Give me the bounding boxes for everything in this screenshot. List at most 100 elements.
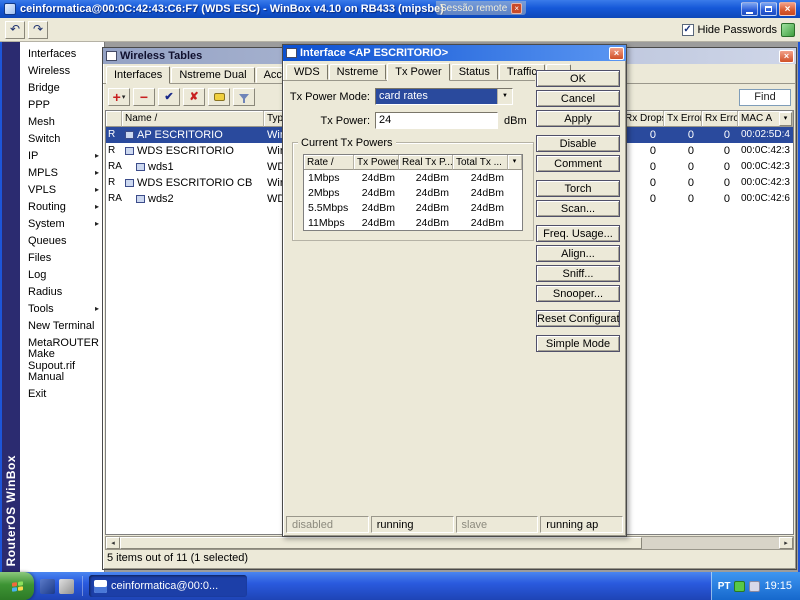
sidebar-item-files[interactable]: Files (20, 249, 104, 266)
sidebar-item-ppp[interactable]: PPP (20, 96, 104, 113)
horizontal-scrollbar[interactable]: ◂ ▸ (105, 536, 794, 550)
tx-col-tx-power[interactable]: Tx Power (354, 155, 399, 170)
row-flags: R (108, 177, 116, 188)
sidebar-item-radius[interactable]: Radius (20, 283, 104, 300)
tx-table-row[interactable]: 11Mbps 24dBm 24dBm 24dBm (304, 215, 522, 230)
tx-column-menu-button[interactable]: ▾ (508, 155, 522, 170)
dialog-tab-tx-power[interactable]: Tx Power (387, 63, 450, 81)
maximize-button[interactable] (760, 2, 777, 16)
interface-icon (136, 163, 145, 171)
sidebar-item-label: MPLS (28, 166, 58, 179)
tx-power-mode-select[interactable]: card rates ▼ (375, 88, 513, 105)
sidebar-item-mesh[interactable]: Mesh (20, 113, 104, 130)
tray-icon-1[interactable] (734, 580, 746, 592)
undo-button[interactable]: ↶ (5, 20, 25, 39)
sidebar-item-bridge[interactable]: Bridge (20, 79, 104, 96)
redo-button[interactable]: ↷ (28, 20, 48, 39)
tab-interfaces[interactable]: Interfaces (106, 66, 171, 84)
sidebar-item-queues[interactable]: Queues (20, 232, 104, 249)
tx-col-real-tx-p[interactable]: Real Tx P... (399, 155, 453, 170)
dialog-titlebar[interactable]: Interface <AP ESCRITORIO> × (283, 45, 626, 61)
sidebar-item-make-supout-rif[interactable]: Make Supout.rif (20, 348, 104, 372)
enable-button[interactable]: ✔ (158, 88, 180, 106)
tx-power-mode-label: Tx Power Mode: (289, 90, 370, 103)
dialog-button-disable[interactable]: Disable (536, 135, 620, 152)
dialog-button-align[interactable]: Align... (536, 245, 620, 262)
window-titlebar[interactable]: ceinformatica@00:0C:42:43:C6:F7 (WDS ESC… (0, 0, 800, 18)
tx-col-total-tx[interactable]: Total Tx ... (453, 155, 508, 170)
sidebar-item-ip[interactable]: IP ▸ (20, 147, 104, 164)
minimize-button[interactable] (741, 2, 758, 16)
dialog-close-button[interactable]: × (609, 46, 624, 60)
tx-col-rate[interactable]: Rate / (304, 155, 354, 170)
tx-power-mode-row: Tx Power Mode: card rates ▼ (283, 88, 535, 105)
column-menu-button[interactable]: ▾ (779, 112, 792, 126)
scroll-left-button[interactable]: ◂ (106, 537, 120, 549)
sidebar-item-vpls[interactable]: VPLS ▸ (20, 181, 104, 198)
language-indicator[interactable]: PT (718, 581, 731, 592)
tx-total-power: 24dBm (470, 202, 504, 214)
dialog-tab-status[interactable]: Status (450, 64, 498, 80)
sidebar-item-log[interactable]: Log (20, 266, 104, 283)
dialog-button-ok[interactable]: OK (536, 70, 620, 87)
sidebar-item-mpls[interactable]: MPLS ▸ (20, 164, 104, 181)
sidebar-item-new-terminal[interactable]: New Terminal (20, 317, 104, 334)
dialog-button-sniff[interactable]: Sniff... (536, 265, 620, 282)
disable-button[interactable]: ✘ (183, 88, 205, 106)
system-tray: PT 19:15 (710, 572, 800, 600)
wireless-close-button[interactable]: × (779, 49, 794, 63)
dialog-button-reset-configuration[interactable]: Reset Configuration (536, 310, 620, 327)
sidebar-item-routing[interactable]: Routing ▸ (20, 198, 104, 215)
tab-nstreme-dual[interactable]: Nstreme Dual (171, 67, 255, 83)
start-button[interactable] (0, 572, 34, 600)
dialog-button-freq-usage[interactable]: Freq. Usage... (536, 225, 620, 242)
col-rx-errors[interactable]: Rx Errors (702, 111, 738, 127)
sidebar-item-interfaces[interactable]: Interfaces (20, 45, 104, 62)
remote-close-icon[interactable]: × (511, 2, 523, 14)
window-controls: × (741, 2, 796, 16)
tx-table-row[interactable]: 1Mbps 24dBm 24dBm 24dBm (304, 170, 522, 185)
sidebar-item-system[interactable]: System ▸ (20, 215, 104, 232)
filter-button[interactable] (233, 88, 255, 106)
scrollbar-track[interactable] (642, 537, 779, 549)
taskbar-window-button[interactable]: ceinformatica@00:0... (89, 575, 247, 597)
quick-launch-icon-2[interactable] (59, 578, 74, 594)
dialog-tab-nstreme[interactable]: Nstreme (328, 64, 387, 80)
sidebar-item-label: Mesh (28, 115, 55, 128)
remove-button[interactable]: − (133, 88, 155, 106)
dialog-button-snooper[interactable]: Snooper... (536, 285, 620, 302)
interface-icon (125, 179, 134, 187)
sidebar-item-exit[interactable]: Exit (20, 385, 104, 402)
sidebar-item-switch[interactable]: Switch (20, 130, 104, 147)
col-rx-drops[interactable]: Rx Drops (622, 111, 664, 127)
dialog-button-comment[interactable]: Comment (536, 155, 620, 172)
find-button[interactable]: Find (739, 88, 791, 106)
sidebar-item-wireless[interactable]: Wireless (20, 62, 104, 79)
tx-power-input[interactable]: 24 (375, 112, 498, 129)
sidebar-item-tools[interactable]: Tools ▸ (20, 300, 104, 317)
tray-icon-2[interactable] (749, 580, 761, 592)
add-button[interactable]: + ▾ (108, 88, 130, 106)
dialog-button-torch[interactable]: Torch (536, 180, 620, 197)
dialog-tab-wds[interactable]: WDS (286, 64, 328, 80)
dialog-button-scan[interactable]: Scan... (536, 200, 620, 217)
dialog-button-apply[interactable]: Apply (536, 110, 620, 127)
col-flags[interactable] (106, 111, 122, 127)
maximize-icon (765, 6, 772, 12)
hide-passwords-checkbox[interactable]: ✓ (681, 23, 694, 36)
dialog-button-cancel[interactable]: Cancel (536, 90, 620, 107)
scrollbar-thumb[interactable] (120, 537, 643, 549)
dialog-button-simple-mode[interactable]: Simple Mode (536, 335, 620, 352)
close-button[interactable]: × (779, 2, 796, 16)
dropdown-arrow-icon[interactable]: ▼ (497, 89, 512, 104)
col-tx-errors[interactable]: Tx Errors (664, 111, 702, 127)
remote-session-bar: Sessão remote × (436, 1, 527, 15)
tx-table-row[interactable]: 2Mbps 24dBm 24dBm 24dBm (304, 185, 522, 200)
tx-table-header: Rate / Tx Power Real Tx P... Total Tx ... ▾ (304, 155, 522, 170)
comment-button[interactable] (208, 88, 230, 106)
tx-table-row[interactable]: 5.5Mbps 24dBm 24dBm 24dBm (304, 200, 522, 215)
col-name[interactable]: Name / (122, 111, 264, 127)
scroll-right-button[interactable]: ▸ (779, 537, 793, 549)
quick-launch-icon-1[interactable] (40, 578, 55, 594)
dialog-icon (286, 48, 297, 58)
